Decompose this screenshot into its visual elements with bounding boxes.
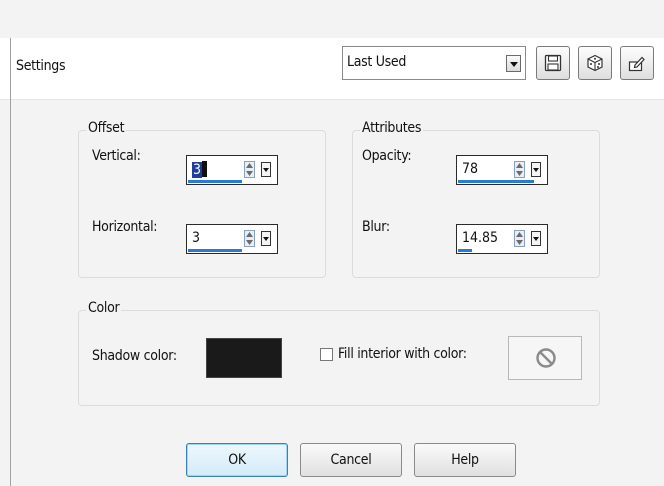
- shadow-color-label: Shadow color:: [92, 348, 177, 364]
- no-color-icon: [536, 348, 556, 368]
- chevron-down-icon[interactable]: [531, 231, 541, 246]
- vertical-label: Vertical:: [92, 148, 141, 164]
- title-strip: [0, 0, 664, 38]
- blur-value: 14.85: [462, 230, 499, 246]
- attributes-group-title: Attributes: [360, 120, 424, 136]
- blur-spinner[interactable]: 14.85: [456, 224, 548, 254]
- left-border: [10, 38, 11, 486]
- reset-icon: [628, 56, 645, 72]
- preset-value: Last Used: [347, 54, 407, 70]
- cancel-button[interactable]: Cancel: [300, 443, 402, 477]
- preset-dropdown[interactable]: Last Used: [342, 46, 526, 80]
- help-button[interactable]: Help: [414, 443, 516, 477]
- opacity-slider-bar[interactable]: [458, 180, 534, 183]
- offset-group-title: Offset: [86, 120, 127, 136]
- fill-interior-label[interactable]: Fill interior with color:: [338, 346, 467, 362]
- save-preset-button[interactable]: [536, 46, 570, 80]
- opacity-spinner[interactable]: 78: [456, 155, 548, 185]
- horizontal-spinner[interactable]: 3: [186, 224, 278, 254]
- vertical-value: 3: [192, 161, 208, 178]
- opacity-label: Opacity:: [362, 148, 412, 164]
- shadow-color-swatch[interactable]: [206, 338, 282, 378]
- up-down-arrows-icon[interactable]: [244, 230, 255, 247]
- chevron-down-icon[interactable]: [261, 231, 271, 246]
- dice-icon: [587, 54, 603, 72]
- up-down-arrows-icon[interactable]: [514, 230, 525, 247]
- blur-slider-bar[interactable]: [458, 249, 472, 252]
- ok-button[interactable]: OK: [186, 443, 288, 477]
- horizontal-slider-bar[interactable]: [188, 249, 242, 252]
- reset-preset-button[interactable]: [620, 46, 654, 80]
- opacity-value: 78: [462, 161, 479, 177]
- vertical-slider-bar[interactable]: [188, 180, 242, 183]
- color-group-title: Color: [86, 300, 122, 316]
- fill-interior-checkbox[interactable]: [320, 348, 333, 361]
- blur-label: Blur:: [362, 219, 390, 235]
- fill-color-swatch[interactable]: [508, 336, 582, 380]
- randomize-button[interactable]: [578, 46, 612, 80]
- horizontal-label: Horizontal:: [92, 219, 158, 235]
- horizontal-value: 3: [192, 230, 201, 246]
- up-down-arrows-icon[interactable]: [514, 161, 525, 178]
- up-down-arrows-icon[interactable]: [244, 161, 255, 178]
- vertical-spinner[interactable]: 3: [186, 155, 278, 185]
- settings-label: Settings: [16, 58, 66, 74]
- save-disk-icon: [544, 54, 562, 72]
- chevron-down-icon[interactable]: [261, 162, 271, 177]
- chevron-down-icon[interactable]: [531, 162, 541, 177]
- chevron-down-icon[interactable]: [506, 55, 521, 72]
